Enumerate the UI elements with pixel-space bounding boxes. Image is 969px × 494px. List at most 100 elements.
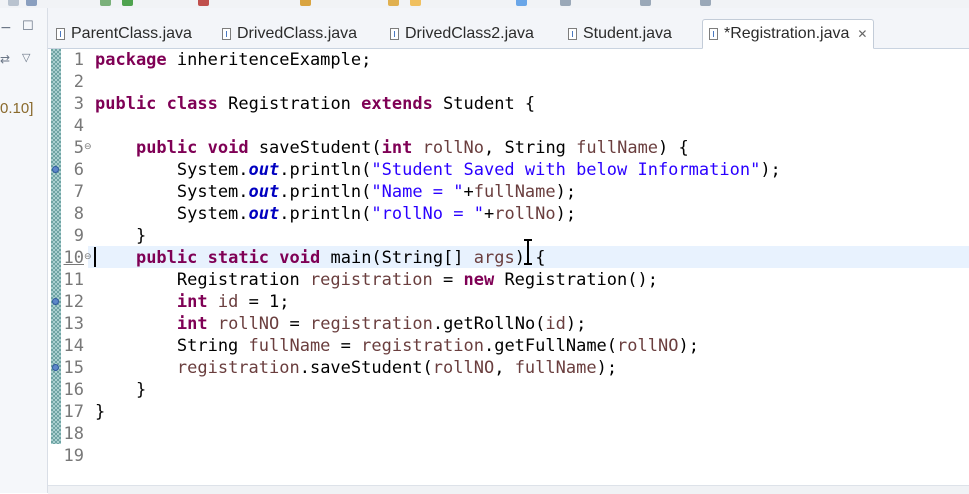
code-token: public	[135, 138, 198, 158]
line-number: 5	[73, 138, 84, 158]
code-token: System.	[95, 182, 249, 202]
code-line[interactable]: 5 ⊖ public void saveStudent(int rollNo, S…	[48, 137, 969, 159]
code-token: out	[248, 204, 280, 224]
code-token: }	[95, 402, 106, 422]
code-line[interactable]: 6 System.out.println("Student Saved with…	[48, 159, 969, 181]
code-token: );	[678, 336, 699, 356]
toolbar-new-package-icon[interactable]	[300, 0, 311, 6]
code-token: int	[176, 314, 208, 334]
minimize-icon[interactable]: −	[0, 20, 12, 36]
code-token: );	[565, 314, 587, 334]
line-number: 2	[73, 72, 84, 92]
occurrence-marker-icon[interactable]	[52, 166, 59, 173]
code-text: }	[95, 401, 105, 423]
code-line[interactable]: 15 registration.saveStudent(rollNO, full…	[48, 357, 969, 379]
code-line[interactable]: 9 }	[48, 225, 969, 247]
toolbar-save-icon[interactable]	[26, 0, 37, 6]
toolbar-external-tools-icon[interactable]	[198, 0, 209, 6]
code-token: .getRollNo(	[432, 314, 546, 334]
line-number: 12	[63, 292, 84, 312]
code-token: .println(	[279, 182, 372, 202]
code-line[interactable]: 16 }	[48, 379, 969, 401]
code-text: System.out.println("rollNo = "+rollNo);	[95, 203, 576, 225]
toolbar-back-icon[interactable]	[640, 0, 651, 6]
line-number: 14	[63, 336, 84, 356]
code-line[interactable]: 2	[48, 71, 969, 93]
line-number: 16	[63, 380, 84, 400]
tab-drivedclass[interactable]: DrivedClass.java	[222, 21, 357, 47]
toolbar-search-icon[interactable]	[410, 0, 421, 6]
code-line[interactable]: 10 ⊖ public static void main(String[] arg…	[48, 247, 969, 269]
code-line[interactable]: 19	[48, 445, 969, 467]
tab-drivedclass2[interactable]: DrivedClass2.java	[390, 21, 534, 47]
code-line[interactable]: 13 int rollNO = registration.getRollNo(i…	[48, 313, 969, 335]
code-line[interactable]: 7 System.out.println("Name = "+fullName)…	[48, 181, 969, 203]
code-token: .saveStudent(	[299, 358, 433, 378]
code-line[interactable]: 1 package inheritenceExample;	[48, 49, 969, 71]
code-line[interactable]: 3 public class Registration extends Stude…	[48, 93, 969, 115]
code-token: void	[207, 138, 249, 158]
line-number: 7	[73, 182, 84, 202]
editor-tab-bar: ParentClass.java DrivedClass.java Drived…	[48, 8, 969, 49]
code-token: "Student Saved with below Information"	[371, 160, 761, 180]
close-icon[interactable]: ✕	[857, 27, 867, 41]
code-token: );	[596, 358, 618, 378]
code-token: Student {	[432, 94, 536, 114]
code-token: System.	[95, 204, 249, 224]
code-text: String fullName = registration.getFullNa…	[95, 335, 699, 357]
code-token: registration	[361, 336, 484, 356]
line-number: 11	[63, 270, 84, 290]
code-token: registration	[310, 314, 433, 334]
code-line[interactable]: 4	[48, 115, 969, 137]
link-editor-icon[interactable]: ⇄	[0, 52, 10, 66]
code-line[interactable]: 14 String fullName = registration.getFul…	[48, 335, 969, 357]
code-token: id	[545, 314, 566, 334]
code-line[interactable]: 8 System.out.println("rollNo = "+rollNo)…	[48, 203, 969, 225]
line-number: 17	[63, 402, 84, 422]
fold-toggle-icon[interactable]: ⊖	[84, 252, 92, 262]
maximize-icon[interactable]: ☐	[22, 19, 34, 34]
code-token: fullName	[514, 358, 597, 378]
java-file-icon	[222, 28, 231, 40]
toolbar-run-icon[interactable]	[122, 0, 133, 6]
code-token: fullName	[576, 138, 659, 158]
code-text: registration.saveStudent(rollNO, fullNam…	[95, 357, 617, 379]
code-token: fullName	[248, 336, 331, 356]
code-token: );	[760, 160, 781, 180]
code-token: saveStudent(	[248, 138, 382, 158]
code-token: public	[95, 94, 157, 114]
tab-registration[interactable]: *Registration.java ✕	[702, 19, 875, 49]
toolbar-annotation-icon[interactable]	[516, 0, 527, 6]
line-number: 4	[73, 116, 84, 136]
toolbar-new-icon[interactable]	[8, 0, 19, 6]
toolbar-open-type-icon[interactable]	[388, 0, 399, 6]
code-token: registration	[309, 270, 433, 290]
line-number: 8	[73, 204, 84, 224]
fold-toggle-icon[interactable]: ⊖	[84, 142, 92, 152]
view-menu-icon[interactable]: ▽	[22, 51, 30, 64]
java-file-icon	[709, 28, 718, 40]
line-number: 18	[63, 424, 84, 444]
occurrence-marker-icon[interactable]	[52, 298, 59, 305]
code-token: }	[95, 226, 147, 246]
code-editor[interactable]: 1 package inheritenceExample; 2 3 public cla…	[48, 49, 969, 485]
code-line[interactable]: 17}	[48, 401, 969, 423]
tab-student[interactable]: Student.java	[568, 21, 672, 47]
code-line[interactable]: 12 int id = 1;	[48, 291, 969, 313]
code-token: rollNO	[217, 314, 280, 334]
occurrence-marker-icon[interactable]	[52, 364, 59, 371]
toolbar-debug-icon[interactable]	[100, 0, 111, 6]
toolbar-next-annotation-icon[interactable]	[560, 0, 571, 6]
code-token: =	[432, 270, 464, 290]
toolbar-forward-icon[interactable]	[700, 0, 711, 6]
line-number: 6	[73, 160, 84, 180]
java-file-icon	[568, 28, 577, 40]
code-line[interactable]: 18	[48, 423, 969, 445]
code-text: }	[95, 225, 146, 247]
code-token: void	[279, 248, 321, 268]
code-line[interactable]: 11 Registration registration = new Regis…	[48, 269, 969, 291]
tab-parentclass[interactable]: ParentClass.java	[56, 21, 192, 47]
